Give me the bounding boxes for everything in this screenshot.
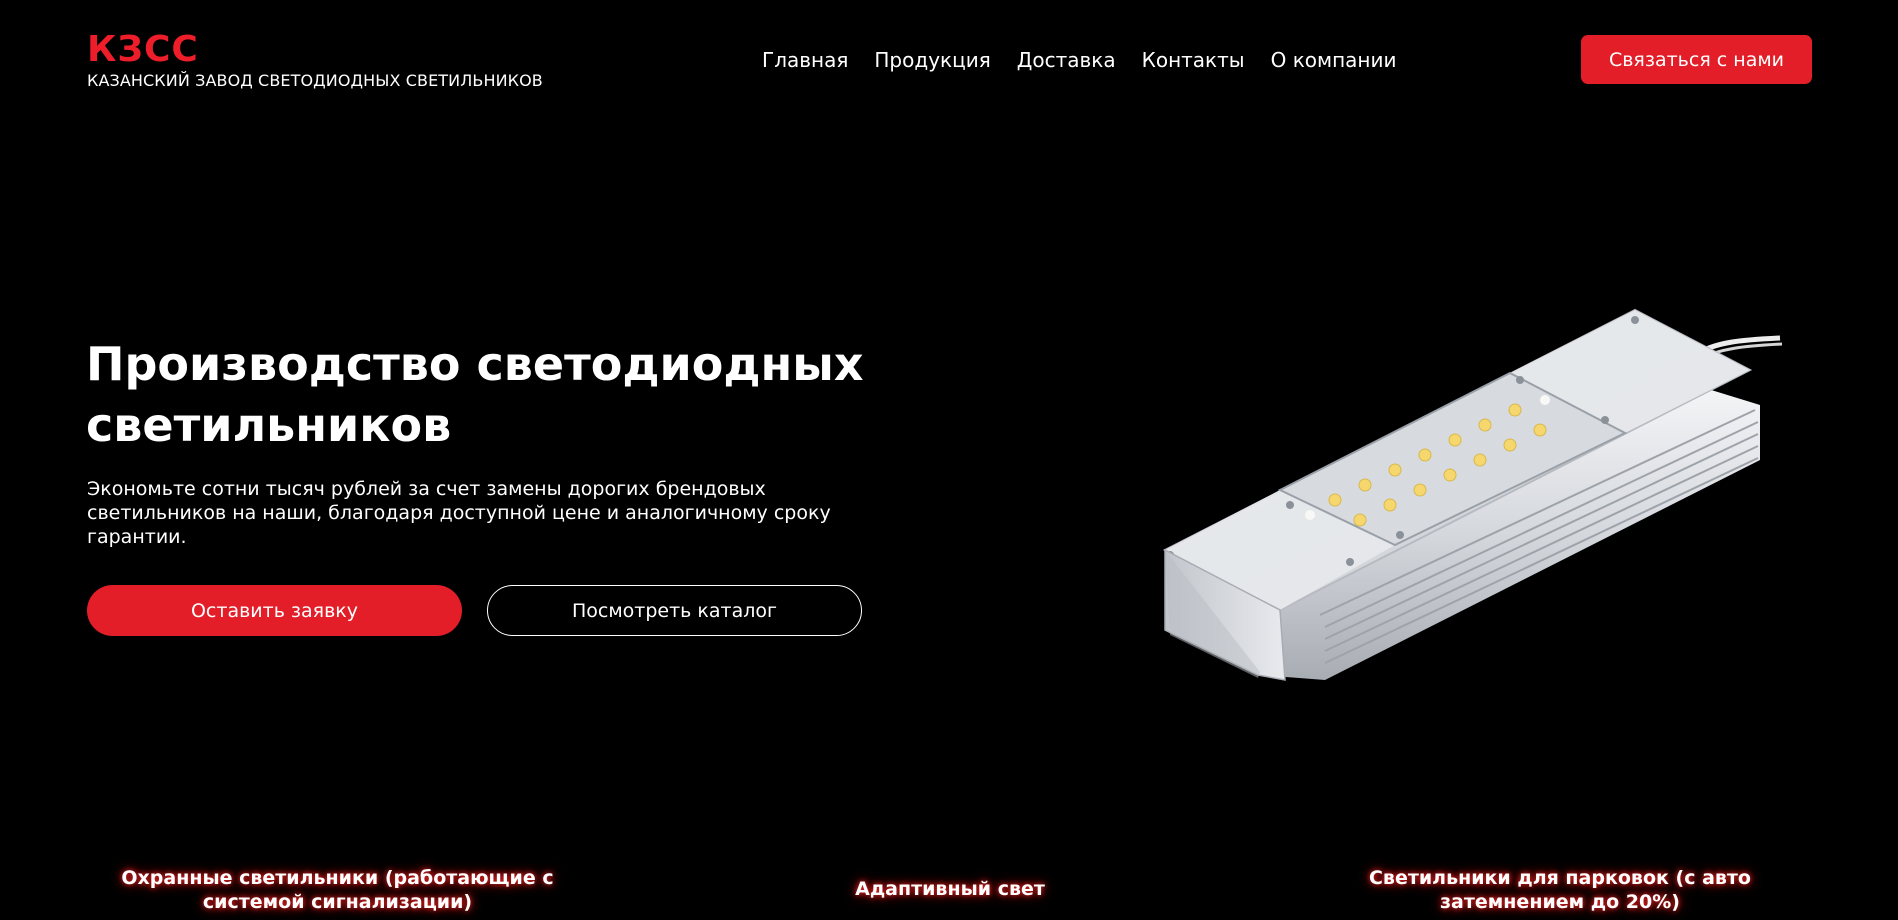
feature-parking-lights: Светильники для парковок (с авто затемне… bbox=[1368, 867, 1751, 913]
brand-name: КЗСС bbox=[87, 29, 199, 70]
site-header: КЗСС КАЗАНСКИЙ ЗАВОД СВЕТОДИОДНЫХ СВЕТИЛ… bbox=[0, 0, 1898, 110]
hero-description: Экономьте сотни тысяч рублей за счет зам… bbox=[87, 478, 831, 548]
brand-tagline: КАЗАНСКИЙ ЗАВОД СВЕТОДИОДНЫХ СВЕТИЛЬНИКО… bbox=[87, 71, 543, 90]
nav-item-about[interactable]: О компании bbox=[1271, 46, 1397, 74]
feature-adaptive-light: Адаптивный свет bbox=[855, 878, 1045, 900]
nav-item-contacts[interactable]: Контакты bbox=[1142, 46, 1245, 74]
nav-item-delivery[interactable]: Доставка bbox=[1017, 46, 1116, 74]
view-catalog-button[interactable]: Посмотреть каталог bbox=[487, 585, 862, 636]
brand-logo[interactable]: КЗСС КАЗАНСКИЙ ЗАВОД СВЕТОДИОДНЫХ СВЕТИЛ… bbox=[87, 28, 543, 90]
feature-security-lights: Охранные светильники (работающие с систе… bbox=[121, 867, 554, 913]
hero-title: Производство светодиодных светильников bbox=[86, 337, 864, 452]
features-row: Охранные светильники (работающие с систе… bbox=[0, 860, 1898, 920]
nav-item-products[interactable]: Продукция bbox=[874, 46, 990, 74]
contact-us-button[interactable]: Связаться с нами bbox=[1581, 35, 1812, 84]
page: КЗСС КАЗАНСКИЙ ЗАВОД СВЕТОДИОДНЫХ СВЕТИЛ… bbox=[0, 0, 1898, 920]
nav-item-home[interactable]: Главная bbox=[762, 46, 848, 74]
main-nav: Главная Продукция Доставка Контакты О ко… bbox=[762, 46, 1397, 74]
submit-request-button[interactable]: Оставить заявку bbox=[87, 585, 462, 636]
led-fixture-image bbox=[1162, 308, 1783, 681]
